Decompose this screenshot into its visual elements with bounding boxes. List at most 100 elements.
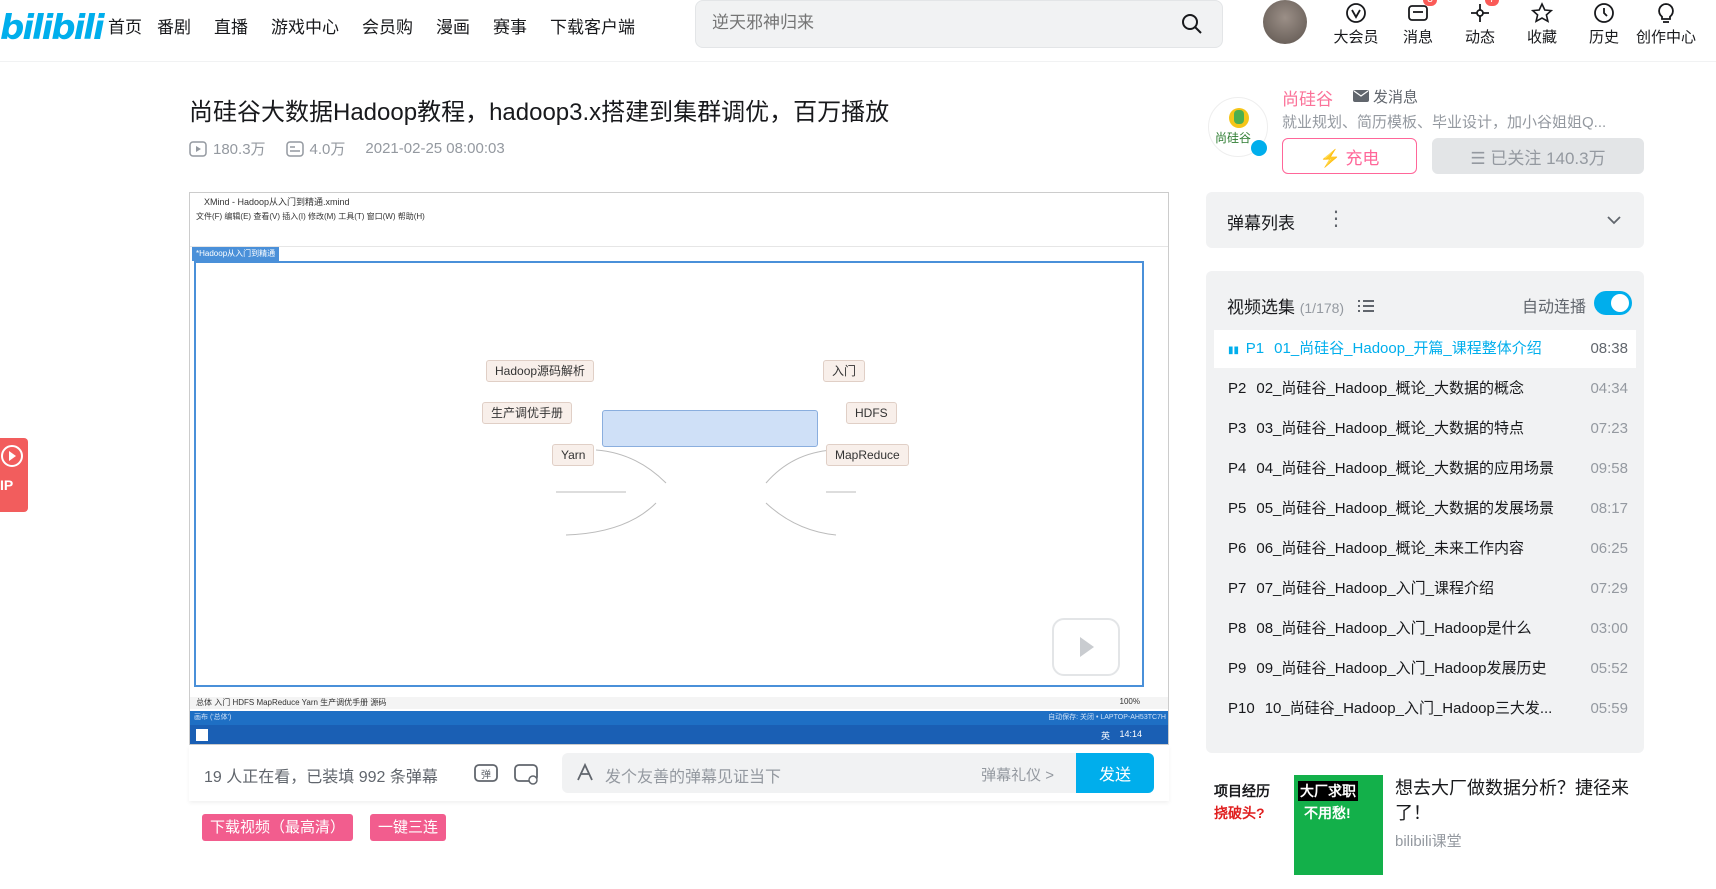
nav-live[interactable]: 直播 (214, 13, 248, 38)
taskbar-clock: 14:14 (1119, 729, 1142, 739)
up-name[interactable]: 尚硅谷 (1282, 85, 1333, 110)
play-circle-icon (1, 445, 23, 467)
video-player[interactable]: XMind - Hadoop从入门到精通.xmind 文件(F) 编辑(E) 查… (189, 192, 1169, 745)
danmaku-settings-icon[interactable] (512, 759, 540, 787)
follow-button[interactable]: ☰ 已关注 140.3万 (1432, 138, 1644, 174)
nav-download-client[interactable]: 下载客户端 (550, 13, 635, 38)
playlist-episode[interactable]: P2 02_尚硅谷_Hadoop_概论_大数据的概念 04:34 (1214, 370, 1636, 408)
nav-anime[interactable]: 番剧 (157, 13, 191, 38)
star-icon (1531, 2, 1553, 23)
episode-number: P1 (1245, 340, 1265, 357)
ad-thumbnail[interactable]: 项目经历 挠破头? 大厂求职 不用愁! (1206, 775, 1383, 875)
side-float-tab[interactable]: IP (0, 438, 28, 512)
nav-manga[interactable]: 漫画 (436, 13, 470, 38)
download-video-tag[interactable]: 下载视频（最高清） (202, 814, 354, 841)
playlist-episode[interactable]: P6 06_尚硅谷_Hadoop_概论_未来工作内容 06:25 (1214, 530, 1636, 568)
follow-label: 已关注 140.3万 (1490, 148, 1606, 168)
playlist-panel: 视频选集 (1/178) 自动连播 ▮▮ P1 01_尚硅谷_Hadoop_开篇_… (1206, 271, 1644, 753)
header-icon-group: 大会员 3 消息 7 动态 收藏 历史 创作中心 (1325, 0, 1697, 47)
text-style-icon[interactable] (574, 762, 596, 784)
playlist-episode[interactable]: P10 10_尚硅谷_Hadoop_入门_Hadoop三大发... 05:59 (1214, 690, 1636, 728)
creator-entry[interactable]: 创作中心 (1635, 0, 1697, 47)
ad-source[interactable]: bilibili课堂 (1395, 830, 1462, 851)
episode-title: 03_尚硅谷_Hadoop_概论_大数据的特点 (1256, 420, 1524, 437)
publish-date: 2021-02-25 08:00:03 (365, 140, 505, 157)
autoplay-label: 自动连播 (1521, 299, 1586, 316)
ime-indicator: 英 (1100, 731, 1110, 741)
episode-title: 01_尚硅谷_Hadoop_开篇_课程整体介绍 (1274, 340, 1542, 357)
xmind-status-bar: 画布 ('总体') 自动保存: 关闭 • LAPTOP-AH53TC7H (190, 711, 1168, 725)
play-icon (1080, 637, 1094, 657)
send-danmaku-button[interactable]: 发送 (1076, 753, 1154, 793)
dynamic-entry[interactable]: 7 动态 (1449, 0, 1511, 47)
playlist-episode[interactable]: P4 04_尚硅谷_Hadoop_概论_大数据的应用场景 09:58 (1214, 450, 1636, 488)
mindmap-connectors (555, 449, 856, 536)
top-navigation-bar: bilibili 首页 番剧 直播 游戏中心 会员购 漫画 赛事 下载客户端 大… (0, 0, 1716, 62)
creator-icon (1658, 3, 1674, 23)
danmaku-etiquette-link[interactable]: 弹幕礼仪 > (981, 764, 1054, 785)
bilibili-logo[interactable]: bilibili (0, 8, 105, 48)
favorites-entry[interactable]: 收藏 (1511, 0, 1573, 47)
episode-duration: 08:38 (1590, 340, 1628, 357)
charge-button[interactable]: ⚡ 充电 (1282, 138, 1417, 174)
history-entry[interactable]: 历史 (1573, 0, 1635, 47)
danmaku-toggle-icon[interactable]: 弹 (472, 759, 500, 787)
ad-title[interactable]: 想去大厂做数据分析？捷径来了！ (1395, 776, 1645, 826)
playlist-episode[interactable]: P8 08_尚硅谷_Hadoop_入门_Hadoop是什么 03:00 (1214, 610, 1636, 648)
playlist-episode[interactable]: ▮▮ P1 01_尚硅谷_Hadoop_开篇_课程整体介绍 08:38 (1214, 330, 1636, 368)
up-avatar[interactable]: 尚硅谷 (1208, 97, 1268, 157)
playlist-episode[interactable]: P5 05_尚硅谷_Hadoop_概论_大数据的发展场景 08:17 (1214, 490, 1636, 528)
episode-duration: 04:34 (1590, 380, 1628, 397)
search-icon[interactable] (1180, 12, 1204, 36)
windows-taskbar: 英 14:14 (190, 725, 1168, 744)
list-view-icon[interactable] (1357, 299, 1375, 313)
send-message-link[interactable]: 发消息 (1353, 86, 1418, 107)
episode-title: 08_尚硅谷_Hadoop_入门_Hadoop是什么 (1256, 620, 1532, 637)
now-playing-icon: ▮▮ (1228, 345, 1242, 356)
episode-duration: 05:52 (1590, 660, 1628, 677)
nav-esports[interactable]: 赛事 (493, 13, 527, 38)
playlist-episode[interactable]: P7 07_尚硅谷_Hadoop_入门_课程介绍 07:29 (1214, 570, 1636, 608)
node-hadoop-source: Hadoop源码解析 (486, 360, 595, 382)
episode-duration: 07:29 (1590, 580, 1628, 597)
nav-game-center[interactable]: 游戏中心 (271, 13, 339, 38)
xmind-menu-bar: 文件(F) 编辑(E) 查看(V) 插入(I) 修改(M) 工具(T) 窗口(W… (196, 212, 425, 221)
search-input[interactable] (712, 13, 1152, 33)
ad-thumb-left-top: 项目经历 (1214, 783, 1270, 799)
playlist-header: 视频选集 (1/178) (1227, 293, 1375, 318)
windows-start-icon (196, 729, 208, 741)
play-button[interactable] (1052, 618, 1120, 676)
episode-number: P7 (1228, 580, 1247, 597)
xmind-file-tab: *Hadoop从入门到精通 (192, 247, 280, 261)
lightning-icon: ⚡ (1319, 148, 1346, 168)
chevron-down-icon[interactable] (1606, 215, 1622, 225)
user-avatar[interactable] (1263, 0, 1307, 44)
ad-thumb-right-bottom: 不用愁! (1304, 805, 1351, 821)
more-vertical-icon[interactable]: ⋮ (1326, 206, 1346, 231)
menu-lines-icon: ☰ (1470, 148, 1491, 168)
nav-home[interactable]: 首页 (108, 13, 142, 38)
danmaku-list-panel[interactable]: 弹幕列表 ⋮ (1206, 192, 1644, 248)
danmaku-input-box[interactable]: 发个友善的弹幕见证当下 弹幕礼仪 > 发送 (562, 753, 1154, 793)
episode-number: P5 (1228, 500, 1247, 517)
autoplay-toggle[interactable] (1594, 291, 1632, 315)
creator-label: 创作中心 (1635, 29, 1696, 46)
history-icon (1594, 3, 1614, 23)
xmind-window-title: XMind - Hadoop从入门到精通.xmind (190, 193, 1168, 211)
triple-like-tag[interactable]: 一键三连 (370, 814, 447, 841)
mail-icon (1353, 90, 1369, 102)
xmind-toolbar (190, 225, 1168, 247)
watching-count: 19 人正在看，已装填 992 条弹幕 (204, 769, 438, 786)
danmaku-input-placeholder[interactable]: 发个友善的弹幕见证当下 (605, 763, 781, 787)
episode-number: P9 (1228, 660, 1247, 677)
message-entry[interactable]: 3 消息 (1387, 0, 1449, 47)
vip-entry[interactable]: 大会员 (1325, 0, 1387, 47)
playlist-episode[interactable]: P3 03_尚硅谷_Hadoop_概论_大数据的特点 07:23 (1214, 410, 1636, 448)
up-description: 就业规划、简历模板、毕业设计，加小谷姐姐Q... (1282, 114, 1607, 131)
episode-title: 09_尚硅谷_Hadoop_入门_Hadoop发展历史 (1256, 660, 1547, 677)
danmaku-bar: 19 人正在看，已装填 992 条弹幕 弹 发个友善的弹幕见证当下 弹幕礼仪 >… (189, 745, 1169, 801)
playlist-episode[interactable]: P9 09_尚硅谷_Hadoop_入门_Hadoop发展历史 05:52 (1214, 650, 1636, 688)
node-mapreduce: MapReduce (826, 444, 909, 466)
episode-number: P4 (1228, 460, 1247, 477)
nav-mall[interactable]: 会员购 (362, 13, 413, 38)
